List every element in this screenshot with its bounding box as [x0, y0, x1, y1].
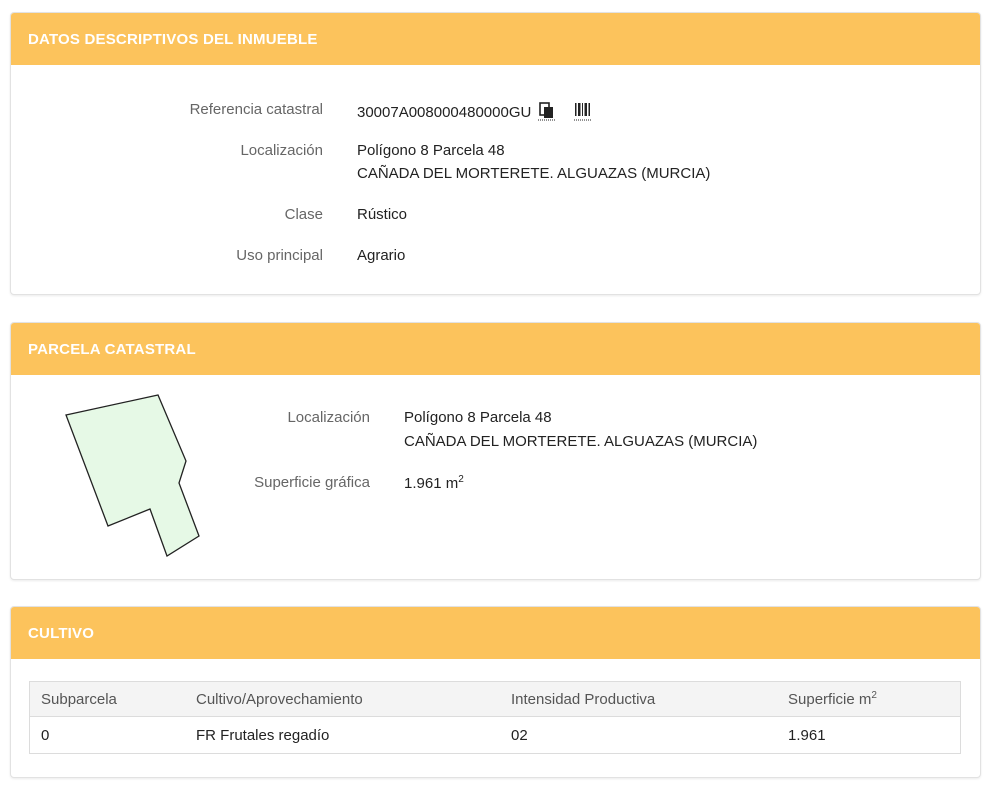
barcode-icon[interactable] — [573, 101, 592, 125]
localizacion-line2: CAÑADA DEL MORTERETE. ALGUAZAS (MURCIA) — [357, 165, 711, 182]
col-intensidad: Intensidad Productiva — [500, 681, 777, 717]
parcela-catastral-header: PARCELA CATASTRAL — [11, 323, 980, 375]
clase-value: Rústico — [357, 206, 408, 223]
localizacion-line1: Polígono 8 Parcela 48 — [357, 142, 505, 159]
parcel-shape[interactable] — [61, 393, 221, 563]
table-row: 0 FR Frutales regadío 02 1.961 — [30, 717, 961, 754]
col-superficie-sup: 2 — [871, 690, 877, 701]
parcela-localizacion-line2: CAÑADA DEL MORTERETE. ALGUAZAS (MURCIA) — [404, 433, 758, 450]
superficie-grafica-number: 1.961 m — [404, 475, 459, 492]
col-superficie-label: Superficie m — [788, 691, 872, 708]
referencia-value: 30007A008000480000GU — [357, 103, 532, 121]
cultivo-table: Subparcela Cultivo/Aprovechamiento Inten… — [29, 681, 961, 754]
cell-intensidad: 02 — [511, 726, 528, 744]
col-subparcela: Subparcela — [29, 681, 185, 717]
col-cultivo: Cultivo/Aprovechamiento — [185, 681, 500, 717]
cell-subparcela: 0 — [41, 726, 50, 744]
superficie-grafica-value: 1.961 m2 — [404, 474, 464, 492]
parcela-localizacion-label: Localización — [287, 409, 370, 426]
superficie-grafica-label: Superficie gráfica — [254, 474, 370, 491]
datos-descriptivos-panel: DATOS DESCRIPTIVOS DEL INMUEBLE Referenc… — [10, 12, 981, 295]
uso-value: Agrario — [357, 247, 406, 264]
parcela-localizacion-line1: Polígono 8 Parcela 48 — [404, 409, 552, 426]
copy-icon[interactable] — [537, 101, 556, 125]
referencia-value-row: 30007A008000480000GU — [357, 101, 592, 125]
cultivo-panel: CULTIVO Subparcela Cultivo/Aprovechamien… — [10, 606, 981, 778]
superficie-grafica-unit-sup: 2 — [458, 474, 464, 485]
localizacion-label: Localización — [240, 142, 323, 159]
cell-superficie: 1.961 — [788, 726, 826, 744]
clase-label: Clase — [284, 206, 323, 223]
cultivo-header: CULTIVO — [11, 607, 980, 659]
parcela-catastral-panel: PARCELA CATASTRAL Localización Polígono … — [10, 322, 981, 580]
col-superficie: Superficie m2 — [777, 681, 961, 717]
referencia-label: Referencia catastral — [189, 101, 323, 118]
datos-descriptivos-header: DATOS DESCRIPTIVOS DEL INMUEBLE — [11, 13, 980, 65]
cell-cultivo: FR Frutales regadío — [196, 726, 330, 744]
cultivo-table-header-row: Subparcela Cultivo/Aprovechamiento Inten… — [29, 681, 961, 717]
uso-label: Uso principal — [236, 247, 323, 264]
